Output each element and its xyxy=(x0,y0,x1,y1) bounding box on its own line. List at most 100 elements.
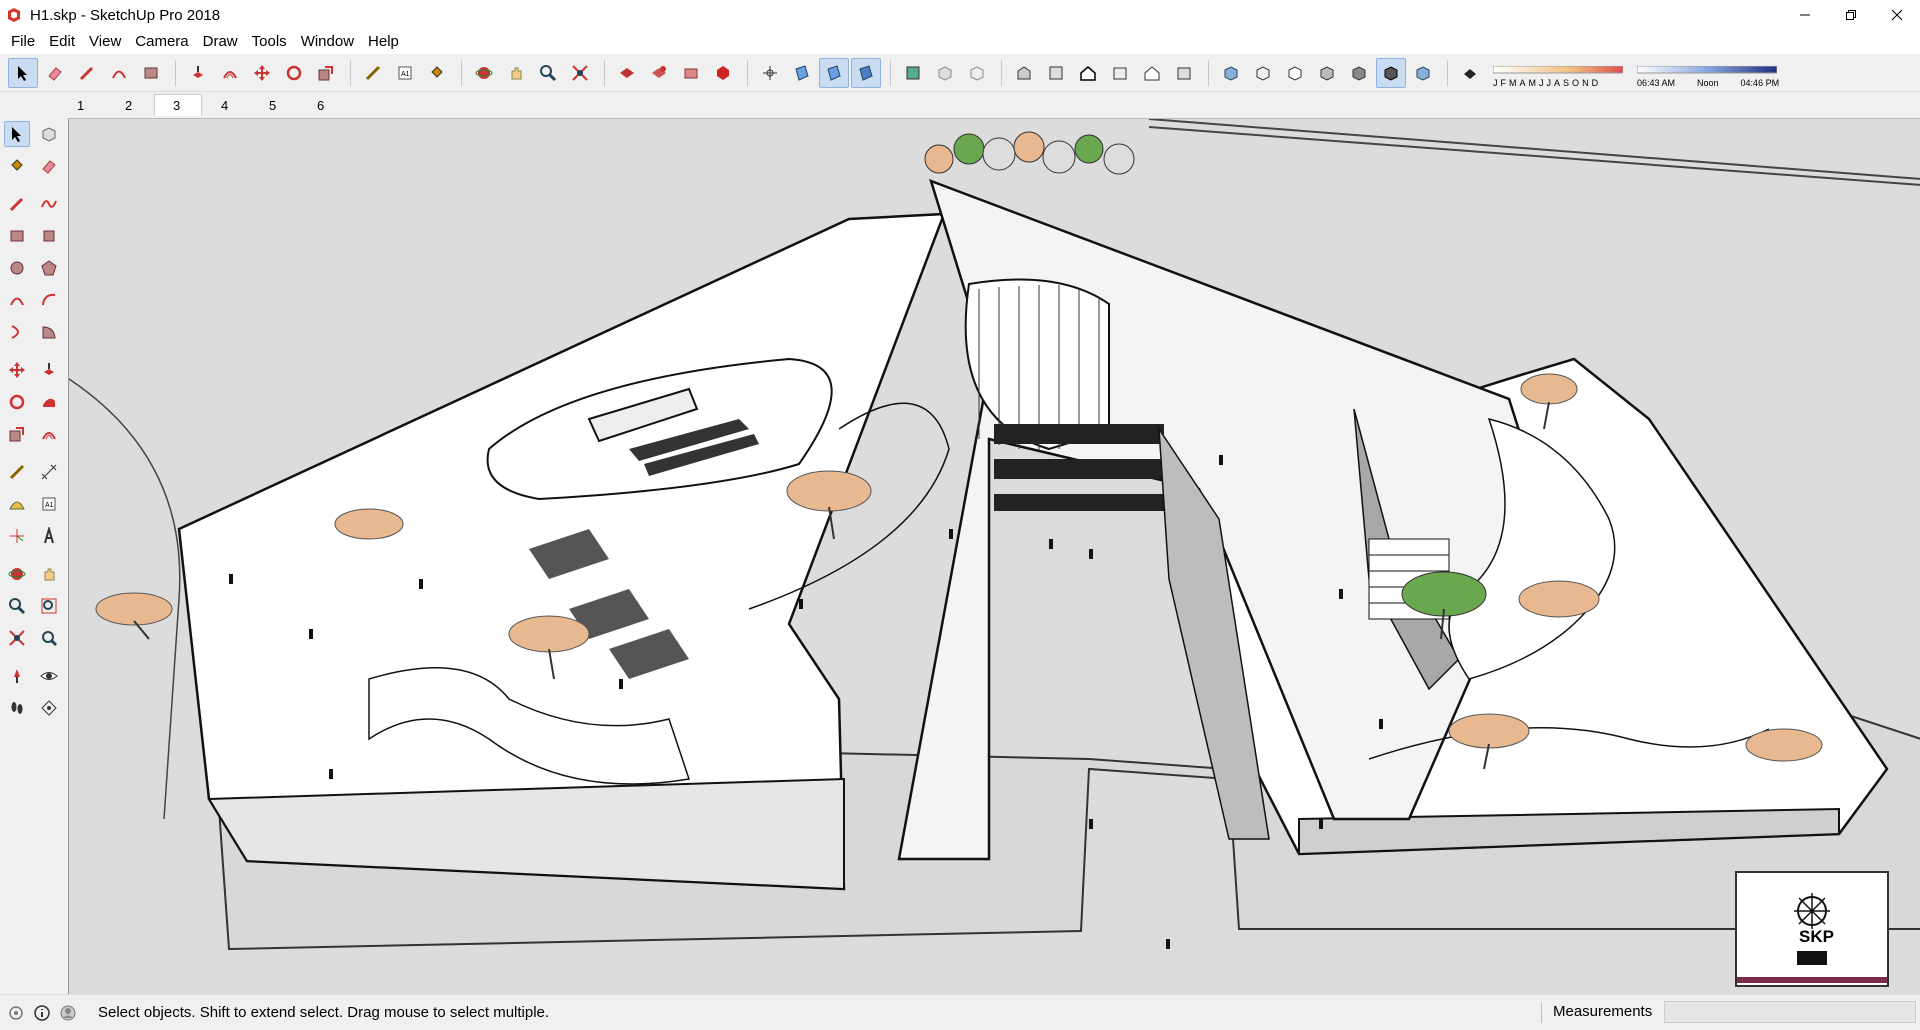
menu-camera[interactable]: Camera xyxy=(128,30,195,54)
menu-help[interactable]: Help xyxy=(361,30,406,54)
menu-file[interactable]: File xyxy=(4,30,42,54)
extension-warehouse-button[interactable] xyxy=(708,58,738,88)
three-point-arc-tool[interactable] xyxy=(4,319,30,345)
offset-tool[interactable] xyxy=(36,421,62,447)
select-tool[interactable] xyxy=(4,121,30,147)
polygon-tool[interactable] xyxy=(36,255,62,281)
zoom-button[interactable] xyxy=(533,58,563,88)
display-section-planes-button[interactable] xyxy=(819,57,849,88)
user-button[interactable] xyxy=(58,1003,78,1023)
tape-measure-button[interactable] xyxy=(358,58,388,88)
dimension-tool[interactable] xyxy=(36,459,62,485)
shadow-date-slider[interactable]: JFMAMJJASOND xyxy=(1492,62,1624,88)
iso-view-button[interactable] xyxy=(1009,58,1039,88)
monochrome-button[interactable] xyxy=(1376,57,1406,88)
arc-tool[interactable] xyxy=(4,287,30,313)
axes-button[interactable] xyxy=(755,58,785,88)
scene-tab-3[interactable]: 3 xyxy=(154,94,202,116)
top-view-button[interactable] xyxy=(1041,58,1071,88)
two-point-arc-tool[interactable] xyxy=(36,287,62,313)
push-pull-button[interactable] xyxy=(183,58,213,88)
shadows-toggle-button[interactable] xyxy=(1408,58,1438,88)
protractor-tool[interactable] xyxy=(4,491,30,517)
shadow-settings-button[interactable] xyxy=(1455,58,1485,88)
walk-tool[interactable] xyxy=(4,695,30,721)
previous-view-tool[interactable] xyxy=(36,625,62,651)
select-tool-button[interactable] xyxy=(8,57,38,88)
menu-window[interactable]: Window xyxy=(294,30,361,54)
xray-face-style-button[interactable] xyxy=(1216,58,1246,88)
scene-tab-6[interactable]: 6 xyxy=(298,94,346,116)
close-button[interactable] xyxy=(1874,0,1920,30)
back-edges-button[interactable] xyxy=(962,58,992,88)
menu-edit[interactable]: Edit xyxy=(42,30,82,54)
orbit-tool[interactable] xyxy=(4,561,30,587)
three-d-text-tool[interactable] xyxy=(36,523,62,549)
building-model[interactable] xyxy=(69,119,1920,994)
styles-button[interactable] xyxy=(898,58,928,88)
xray-button[interactable] xyxy=(930,58,960,88)
arc-tool-button[interactable] xyxy=(104,58,134,88)
restore-button[interactable] xyxy=(1828,0,1874,30)
push-pull-tool[interactable] xyxy=(36,357,62,383)
menu-tools[interactable]: Tools xyxy=(245,30,294,54)
shaded-textures-button[interactable] xyxy=(1344,58,1374,88)
section-plane-button[interactable] xyxy=(787,58,817,88)
orbit-button[interactable] xyxy=(469,58,499,88)
rotate-button[interactable] xyxy=(279,58,309,88)
section-plane-tool[interactable] xyxy=(36,695,62,721)
move-button[interactable] xyxy=(247,58,277,88)
pan-tool[interactable] xyxy=(36,561,62,587)
rectangle-tool[interactable] xyxy=(4,223,30,249)
line-tool[interactable] xyxy=(4,191,30,217)
pan-button[interactable] xyxy=(501,58,531,88)
line-tool-button[interactable] xyxy=(72,58,102,88)
paint-bucket-tool[interactable] xyxy=(4,153,30,179)
hidden-line-button[interactable] xyxy=(1280,58,1310,88)
scene-tab-1[interactable]: 1 xyxy=(58,94,106,116)
scene-tab-5[interactable]: 5 xyxy=(250,94,298,116)
measurements-input[interactable] xyxy=(1664,1001,1916,1023)
back-view-button[interactable] xyxy=(1137,58,1167,88)
geo-location-button[interactable] xyxy=(6,1003,26,1023)
circle-tool[interactable] xyxy=(4,255,30,281)
right-view-button[interactable] xyxy=(1105,58,1135,88)
freehand-tool[interactable] xyxy=(36,191,62,217)
follow-me-tool[interactable] xyxy=(36,389,62,415)
left-view-button[interactable] xyxy=(1169,58,1199,88)
text-button[interactable]: A1 xyxy=(390,58,420,88)
model-viewport[interactable]: SKP xyxy=(68,118,1920,994)
warehouse-button[interactable] xyxy=(612,58,642,88)
zoom-extents-tool[interactable] xyxy=(4,625,30,651)
zoom-tool[interactable] xyxy=(4,593,30,619)
rotate-tool[interactable] xyxy=(4,389,30,415)
position-camera-tool[interactable] xyxy=(4,663,30,689)
scene-tab-2[interactable]: 2 xyxy=(106,94,154,116)
minimize-button[interactable] xyxy=(1782,0,1828,30)
move-tool[interactable] xyxy=(4,357,30,383)
display-section-cuts-button[interactable] xyxy=(851,57,881,88)
scale-tool[interactable] xyxy=(4,421,30,447)
front-view-button[interactable] xyxy=(1073,58,1103,88)
wireframe-button[interactable] xyxy=(1248,58,1278,88)
axes-tool[interactable] xyxy=(4,523,30,549)
zoom-window-tool[interactable] xyxy=(36,593,62,619)
share-model-button[interactable] xyxy=(644,58,674,88)
pie-tool[interactable] xyxy=(36,319,62,345)
menu-view[interactable]: View xyxy=(82,30,128,54)
credits-button[interactable] xyxy=(32,1003,52,1023)
scene-tab-4[interactable]: 4 xyxy=(202,94,250,116)
paint-bucket-button[interactable] xyxy=(422,58,452,88)
zoom-extents-button[interactable] xyxy=(565,58,595,88)
shape-tool-button[interactable] xyxy=(136,58,166,88)
shadow-time-slider[interactable]: 06:43 AM Noon 04:46 PM xyxy=(1636,62,1779,88)
rotated-rectangle-tool[interactable] xyxy=(36,223,62,249)
scale-button[interactable] xyxy=(311,58,341,88)
tape-measure-tool[interactable] xyxy=(4,459,30,485)
share-component-button[interactable] xyxy=(676,58,706,88)
offset-button[interactable] xyxy=(215,58,245,88)
look-around-tool[interactable] xyxy=(36,663,62,689)
text-tool[interactable]: A1 xyxy=(36,491,62,517)
shaded-button[interactable] xyxy=(1312,58,1342,88)
menu-draw[interactable]: Draw xyxy=(196,30,245,54)
